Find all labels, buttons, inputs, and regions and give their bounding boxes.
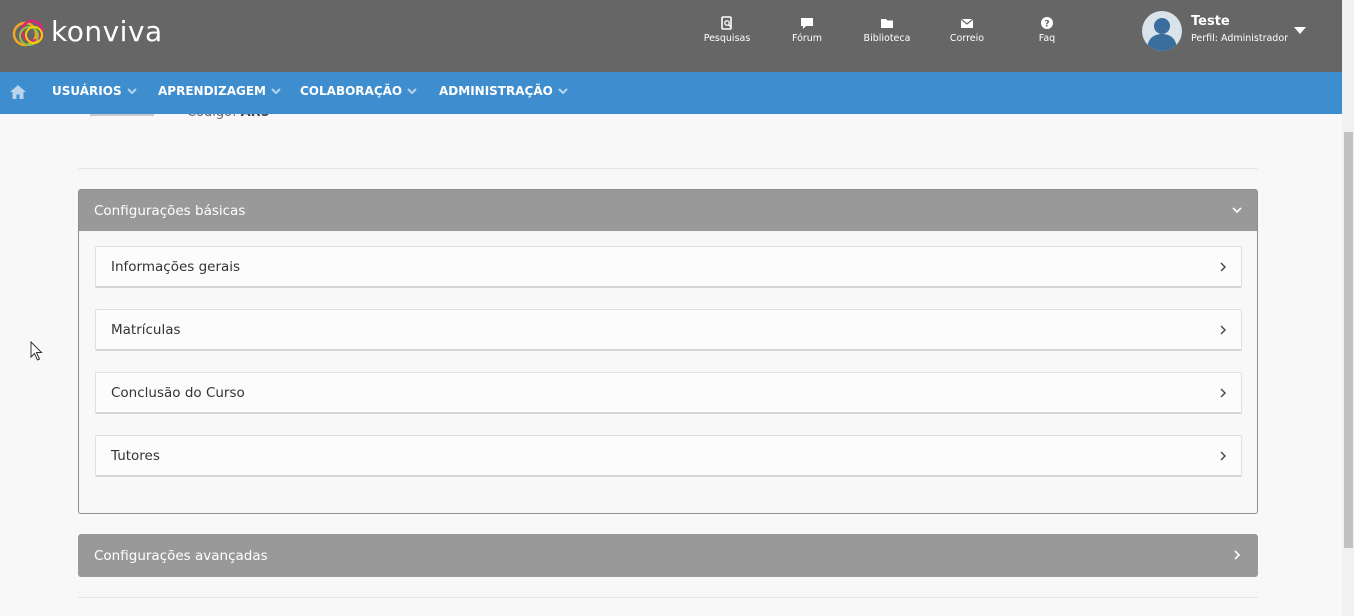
settings-item-label: Tutores bbox=[111, 447, 160, 464]
chevron-down-icon bbox=[407, 87, 417, 94]
user-silhouette-icon bbox=[1147, 18, 1177, 51]
settings-item-informacoes-gerais[interactable]: Informações gerais bbox=[95, 246, 1242, 288]
chevron-right-icon bbox=[1220, 262, 1226, 272]
brand-name: konviva bbox=[51, 15, 163, 48]
topnav-biblioteca[interactable]: Biblioteca bbox=[857, 16, 917, 50]
menu-label: ADMINISTRAÇÃO bbox=[439, 84, 553, 98]
settings-item-matriculas[interactable]: Matrículas bbox=[95, 309, 1242, 351]
chevron-right-icon bbox=[1220, 388, 1226, 398]
divider bbox=[78, 597, 1258, 598]
user-profile: Perfil: Administrador bbox=[1191, 33, 1289, 44]
basic-settings-header[interactable]: Configurações básicas bbox=[79, 190, 1257, 231]
user-menu[interactable]: Teste Perfil: Administrador bbox=[1142, 10, 1342, 54]
envelope-icon bbox=[960, 18, 974, 28]
home-icon[interactable] bbox=[9, 84, 27, 100]
chevron-right-icon bbox=[1234, 550, 1241, 560]
topnav-label: Pesquisas bbox=[703, 33, 751, 44]
topnav-label: Correio bbox=[949, 33, 985, 44]
vertical-scrollbar[interactable] bbox=[1342, 0, 1354, 616]
menu-colaboracao[interactable]: COLABORAÇÃO bbox=[300, 84, 417, 98]
topnav-label: Faq bbox=[1038, 33, 1056, 44]
settings-item-conclusao-curso[interactable]: Conclusão do Curso bbox=[95, 372, 1242, 414]
svg-text:?: ? bbox=[1044, 20, 1049, 30]
konviva-logo[interactable]: konviva bbox=[10, 14, 170, 50]
question-circle-icon: ? bbox=[1041, 17, 1053, 30]
search-doc-icon bbox=[721, 16, 732, 30]
konviva-logo-icon bbox=[12, 19, 44, 47]
chevron-down-icon bbox=[1232, 207, 1242, 214]
menu-label: COLABORAÇÃO bbox=[300, 84, 403, 98]
advanced-settings-header[interactable]: Configurações avançadas bbox=[79, 535, 1257, 576]
folder-icon bbox=[881, 19, 893, 28]
chevron-down-icon bbox=[558, 87, 568, 94]
topnav-label: Biblioteca bbox=[863, 33, 911, 44]
panel-title: Configurações avançadas bbox=[94, 547, 268, 564]
basic-settings-panel: Configurações básicas Informações gerais… bbox=[78, 189, 1258, 514]
menu-label: USUÁRIOS bbox=[52, 84, 122, 98]
top-header: konviva Pesquisas Fórum Biblioteca Corre… bbox=[0, 0, 1354, 72]
chevron-down-icon bbox=[271, 87, 281, 94]
advanced-settings-panel: Configurações avançadas bbox=[78, 534, 1258, 577]
chat-bubble-icon bbox=[801, 18, 813, 29]
menu-usuarios[interactable]: USUÁRIOS bbox=[52, 84, 137, 98]
divider bbox=[78, 168, 1258, 169]
topnav-correio[interactable]: Correio bbox=[937, 16, 997, 50]
avatar[interactable] bbox=[1142, 11, 1182, 51]
main-menu: USUÁRIOS APRENDIZAGEM COLABORAÇÃO ADMINI… bbox=[0, 72, 1342, 114]
menu-label: APRENDIZAGEM bbox=[158, 84, 266, 98]
menu-administracao[interactable]: ADMINISTRAÇÃO bbox=[439, 84, 568, 98]
settings-item-label: Informações gerais bbox=[111, 258, 241, 275]
mouse-cursor-icon bbox=[30, 341, 43, 361]
settings-item-label: Matrículas bbox=[111, 321, 181, 338]
chevron-right-icon bbox=[1220, 325, 1226, 335]
scrollbar-thumb[interactable] bbox=[1344, 132, 1353, 548]
settings-item-label: Conclusão do Curso bbox=[111, 384, 245, 401]
menu-aprendizagem[interactable]: APRENDIZAGEM bbox=[158, 84, 281, 98]
settings-item-tutores[interactable]: Tutores bbox=[95, 435, 1242, 477]
topnav-faq[interactable]: ? Faq bbox=[1017, 16, 1077, 50]
topnav-forum[interactable]: Fórum bbox=[777, 16, 837, 50]
topnav-label: Fórum bbox=[791, 33, 823, 44]
chevron-down-icon bbox=[126, 87, 137, 94]
course-image bbox=[90, 114, 154, 116]
panel-title: Configurações básicas bbox=[94, 202, 246, 219]
chevron-right-icon bbox=[1220, 451, 1226, 461]
topnav-pesquisas[interactable]: Pesquisas bbox=[697, 16, 757, 50]
user-name: Teste bbox=[1191, 14, 1230, 29]
caret-down-icon[interactable] bbox=[1294, 27, 1306, 34]
